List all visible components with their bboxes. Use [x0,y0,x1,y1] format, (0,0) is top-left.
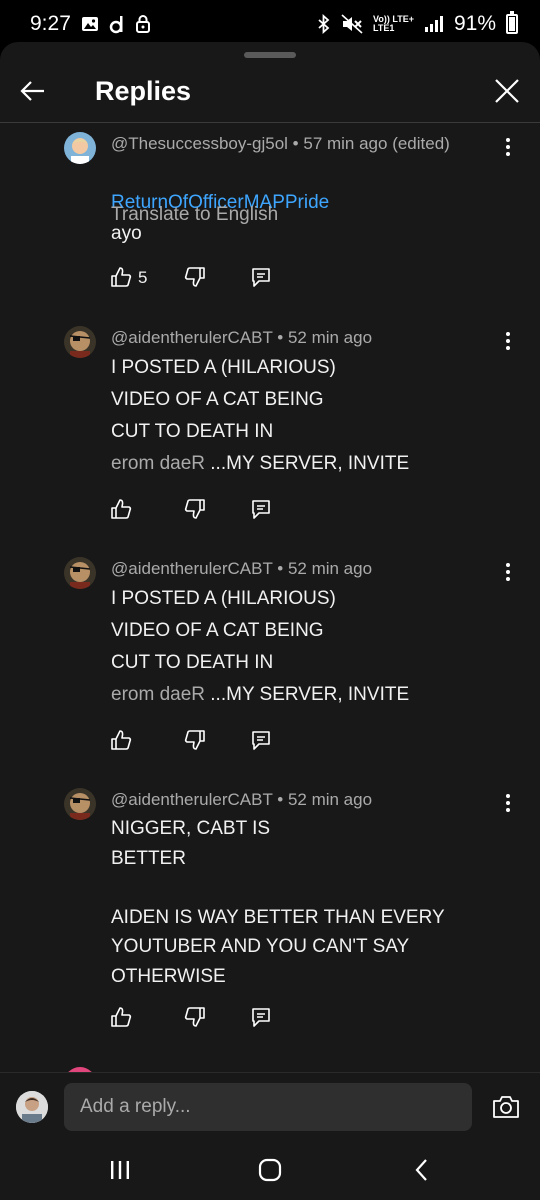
comment-line: CUT TO DEATH IN [111,652,274,673]
comment-meta: @aidentherulerCABT • 52 min ago [111,328,372,348]
dislike-icon[interactable] [184,1006,208,1030]
comment-time: 52 min ago [287,559,373,578]
navigation-bar [0,1140,540,1200]
like-icon[interactable] [110,498,134,522]
comment-line: VIDEO OF A CAT BEING [111,620,324,641]
more-options-icon[interactable] [498,328,518,354]
comment-line-blank [111,873,501,903]
sheet-header: Replies [0,64,540,122]
comment-time: 57 min ago (edited) [303,134,450,153]
comment-author[interactable]: @Thesuccessboy-gj5ol [111,134,288,153]
comment-text: ReturnOfOfficerMAPPride ayo [111,156,501,249]
network-indicator: Vo)) LTE+ LTE1 [373,15,414,33]
avatar[interactable] [64,788,96,820]
comment-line-end: ...MY SERVER, INVITE [205,684,410,705]
battery-icon [506,11,518,34]
like-icon[interactable] [110,729,134,753]
comment-line: AIDEN IS WAY BETTER THAN EVERY [111,906,445,928]
read-more-reversed[interactable]: erom daeR [111,684,205,705]
comment-text: NIGGER, CABT IS BETTER AIDEN IS WAY BETT… [111,814,501,991]
comment-line-last: erom daeR ...MY SERVER, INVITE [111,448,501,480]
like-count: 5 [138,268,148,287]
reply-icon[interactable] [250,729,274,753]
more-options-icon[interactable] [498,790,518,816]
comment-author[interactable]: @aidentherulerCABT [111,328,273,347]
status-time: 9:27 [30,12,71,35]
comment-text: I POSTED A (HILARIOUS) VIDEO OF A CAT BE… [111,352,501,480]
reply-input[interactable]: Add a reply... [64,1083,472,1131]
avatar[interactable] [64,326,96,358]
status-left: 9:27 [30,12,151,36]
comment-author[interactable]: @aidentherulerCABT [111,790,273,809]
meta-separator: • [287,134,304,153]
status-right: Vo)) LTE+ LTE1 91% [317,11,518,36]
read-more-reversed[interactable]: erom daeR [111,453,205,474]
comment-line: I POSTED A (HILARIOUS) [111,588,336,609]
reply-icon[interactable] [250,1006,274,1030]
back-icon[interactable] [408,1156,436,1184]
like-icon[interactable] [110,266,134,290]
more-options-icon[interactable] [498,559,518,585]
comment-line: NIGGER, CABT IS [111,818,271,839]
screen: 9:27 Vo)) LTE+ LTE1 91% Replies @Thesucc… [0,0,540,1200]
comment-meta: @aidentherulerCABT • 52 min ago [111,559,372,579]
comment-time: 52 min ago [287,790,373,809]
comment-meta: @Thesuccessboy-gj5ol • 57 min ago (edite… [111,134,450,154]
gallery-icon [81,15,99,33]
meta-separator: • [272,328,288,347]
comment-line-end: ...MY SERVER, INVITE [205,453,410,474]
page-title: Replies [95,76,192,106]
reply-icon[interactable] [250,498,274,522]
avatar[interactable] [64,132,96,164]
close-icon[interactable] [492,76,522,106]
reply-bar: Add a reply... [0,1072,540,1140]
comment-text: I POSTED A (HILARIOUS) VIDEO OF A CAT BE… [111,583,501,711]
meta-separator: • [272,790,288,809]
comment-line: VIDEO OF A CAT BEING [111,389,324,410]
d-app-icon [109,14,125,34]
comment-meta: @aidentherulerCABT • 52 min ago [111,790,372,810]
dislike-icon[interactable] [184,729,208,753]
home-icon[interactable] [256,1156,284,1184]
comment-line: I POSTED A (HILARIOUS) [111,357,336,378]
sheet-grabber[interactable] [244,52,296,58]
back-arrow-icon[interactable] [18,76,48,106]
more-options-icon[interactable] [498,134,518,160]
dislike-icon[interactable] [184,498,208,522]
comment-line: CUT TO DEATH IN [111,421,274,442]
bluetooth-icon [317,14,331,34]
translate-link[interactable]: Translate to English [111,204,278,226]
comment-line: OTHERWISE [111,965,226,987]
status-bar: 9:27 Vo)) LTE+ LTE1 91% [0,0,540,48]
lock-icon [135,14,151,34]
comment-time: 52 min ago [287,328,373,347]
meta-separator: • [272,559,288,578]
avatar[interactable] [16,1091,48,1123]
comment-author[interactable]: @aidentherulerCABT [111,559,273,578]
replies-sheet: Replies @Thesuccessboy-gj5ol • 57 min ag… [0,42,540,1072]
comment-text-content: ayo [111,223,142,244]
battery-percent: 91% [453,12,496,35]
comment-line: YOUTUBER AND YOU CAN'T SAY [111,936,410,957]
like-icon[interactable] [110,1006,134,1030]
comment-line: BETTER [111,847,186,869]
avatar[interactable] [64,557,96,589]
comment-line-last: erom daeR ...MY SERVER, INVITE [111,679,501,711]
signal-icon [424,15,444,33]
dislike-icon[interactable] [184,266,208,290]
network-bottom-text: LTE1 [373,23,395,33]
mute-icon [341,14,363,34]
header-divider [0,122,540,123]
recent-apps-icon[interactable] [106,1156,134,1184]
camera-icon[interactable] [492,1094,520,1120]
reply-icon[interactable] [250,266,274,290]
